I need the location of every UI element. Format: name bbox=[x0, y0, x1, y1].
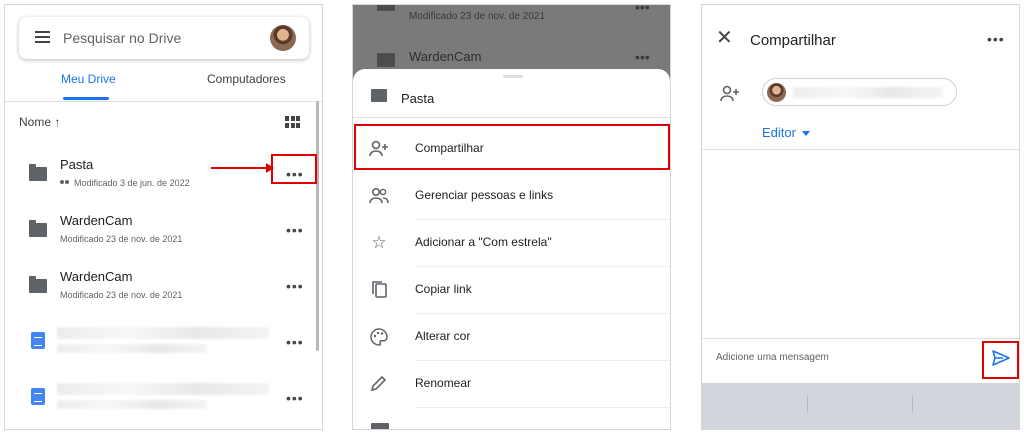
hamburger-menu-icon[interactable] bbox=[35, 31, 50, 43]
copy-icon bbox=[369, 281, 389, 299]
menu-item-label: Alterar cor bbox=[415, 329, 471, 343]
menu-item-label: Renomear bbox=[415, 376, 472, 390]
people-icon bbox=[369, 187, 389, 205]
background-more-icon: ••• bbox=[635, 49, 650, 65]
document-icon bbox=[31, 388, 45, 405]
blurred-file-meta bbox=[57, 400, 207, 409]
folder-icon bbox=[29, 164, 47, 181]
file-row[interactable]: Pasta Modificado 3 de jun. de 2022 ••• bbox=[5, 151, 311, 207]
blurred-file-name bbox=[57, 327, 269, 339]
blurred-file-meta bbox=[57, 344, 207, 353]
file-modified: Modificado 3 de jun. de 2022 bbox=[74, 178, 190, 188]
close-icon[interactable]: ✕ bbox=[716, 28, 733, 48]
role-label: Editor bbox=[762, 125, 796, 140]
tab-computadores[interactable]: Computadores bbox=[207, 72, 286, 86]
file-name: Pasta bbox=[60, 157, 94, 172]
search-placeholder[interactable]: Pesquisar no Drive bbox=[63, 30, 181, 46]
file-row[interactable]: WardenCam Modificado 23 de nov. de 2021 … bbox=[5, 207, 311, 263]
dialog-title: Compartilhar bbox=[750, 32, 836, 49]
sheet-title: Pasta bbox=[401, 91, 435, 106]
shared-people-icon bbox=[60, 180, 70, 186]
more-options-icon[interactable]: ••• bbox=[987, 31, 1005, 47]
background-file-meta: Modificado 23 de nov. de 2021 bbox=[409, 11, 546, 22]
more-options-icon[interactable]: ••• bbox=[286, 334, 304, 350]
divider bbox=[353, 117, 670, 118]
chevron-down-icon bbox=[801, 131, 810, 137]
sheet-drag-handle[interactable] bbox=[503, 75, 523, 78]
active-tab-indicator bbox=[63, 97, 109, 100]
menu-item-label: Adicionar a "Com estrela" bbox=[415, 235, 552, 249]
star-icon: ☆ bbox=[371, 233, 387, 252]
highlight-box-send bbox=[982, 341, 1019, 379]
file-modified: Modificado 23 de nov. de 2021 bbox=[60, 234, 183, 244]
blurred-recipient-email bbox=[793, 87, 943, 98]
divider bbox=[415, 407, 670, 408]
tab-meu-drive[interactable]: Meu Drive bbox=[61, 72, 116, 86]
person-add-icon bbox=[720, 85, 740, 108]
divider bbox=[702, 338, 1019, 339]
file-name: WardenCam bbox=[60, 213, 133, 228]
more-options-icon[interactable]: ••• bbox=[286, 222, 304, 238]
file-modified: Modificado 23 de nov. de 2021 bbox=[60, 290, 183, 300]
file-name: WardenCam bbox=[60, 269, 133, 284]
context-menu-panel: Modificado 23 de nov. de 2021 ••• Warden… bbox=[352, 4, 671, 430]
share-dialog-panel: ✕ Compartilhar ••• Editor Adicione uma m… bbox=[701, 4, 1020, 430]
divider bbox=[5, 101, 322, 102]
background-folder-icon bbox=[377, 53, 395, 67]
background-more-icon: ••• bbox=[635, 4, 650, 15]
blurred-file-name bbox=[57, 383, 269, 395]
red-pointer-arrow bbox=[211, 163, 274, 173]
file-row[interactable]: ••• bbox=[5, 375, 311, 429]
folder-icon bbox=[29, 276, 47, 293]
divider bbox=[702, 149, 1019, 150]
recipient-chip[interactable] bbox=[762, 78, 957, 106]
drive-list-panel: Pesquisar no Drive Meu Drive Computadore… bbox=[4, 4, 323, 430]
menu-item-com-estrela[interactable]: ☆ Adicionar a "Com estrela" bbox=[353, 220, 670, 267]
folder-icon bbox=[29, 220, 47, 237]
file-meta: Modificado 3 de jun. de 2022 bbox=[60, 178, 190, 188]
search-bar[interactable]: Pesquisar no Drive bbox=[19, 17, 309, 59]
background-file-name: WardenCam bbox=[409, 49, 482, 64]
keyboard-area bbox=[702, 383, 1019, 429]
highlight-box-compartilhar bbox=[354, 124, 670, 170]
role-dropdown[interactable]: Editor bbox=[762, 125, 810, 140]
menu-item-gerenciar[interactable]: Gerenciar pessoas e links bbox=[353, 173, 670, 220]
recipient-avatar bbox=[767, 83, 786, 102]
file-row[interactable]: WardenCam Modificado 23 de nov. de 2021 … bbox=[5, 263, 311, 319]
menu-item-alterar-cor[interactable]: Alterar cor bbox=[353, 314, 670, 361]
menu-item-label: Copiar link bbox=[415, 282, 472, 296]
sort-by-name-button[interactable]: Nome ↑ bbox=[19, 115, 60, 129]
more-options-icon[interactable]: ••• bbox=[286, 390, 304, 406]
menu-item-renomear[interactable]: Renomear bbox=[353, 361, 670, 408]
more-options-icon[interactable]: ••• bbox=[286, 278, 304, 294]
bottom-sheet: Pasta Compartilhar Gerenciar pessoas e l… bbox=[353, 69, 670, 429]
message-input[interactable]: Adicione uma mensagem bbox=[716, 352, 829, 363]
menu-item-label: Gerenciar pessoas e links bbox=[415, 188, 554, 202]
background-folder-icon bbox=[377, 5, 395, 11]
scrollbar[interactable] bbox=[316, 101, 319, 351]
folder-icon bbox=[371, 423, 389, 429]
file-row[interactable]: ••• bbox=[5, 319, 311, 375]
grid-view-icon[interactable] bbox=[285, 116, 300, 129]
menu-item-copiar-link[interactable]: Copiar link bbox=[353, 267, 670, 314]
document-icon bbox=[31, 332, 45, 349]
highlight-box-more-options bbox=[271, 154, 317, 184]
shared-folder-icon bbox=[371, 89, 387, 102]
pencil-icon bbox=[369, 375, 389, 393]
palette-icon bbox=[369, 328, 389, 346]
account-avatar[interactable] bbox=[270, 25, 296, 51]
